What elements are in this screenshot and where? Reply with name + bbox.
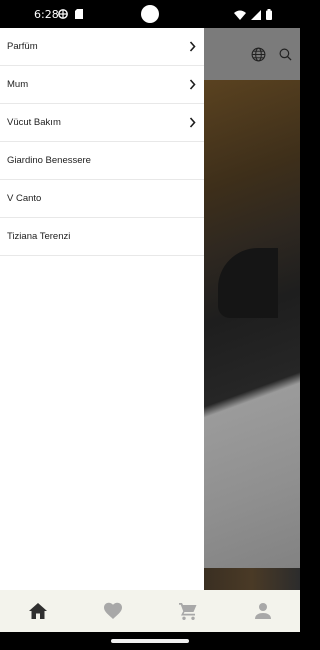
gesture-handle[interactable] (111, 639, 189, 643)
nav-cart-button[interactable] (150, 590, 225, 632)
battery-icon (266, 9, 272, 20)
bottom-navigation (0, 590, 300, 632)
status-bar: 6:28 (0, 0, 300, 28)
search-icon[interactable] (279, 48, 292, 61)
drawer-item-label: Vücut Bakım (7, 117, 61, 128)
vpn-icon (58, 9, 68, 19)
drawer-item-tiziana-terenzi[interactable]: Tiziana Terenzi (0, 218, 204, 256)
signal-icon (251, 9, 261, 20)
drawer-item-label: V Canto (7, 193, 42, 204)
nav-home-button[interactable] (0, 590, 75, 632)
home-icon (28, 603, 47, 619)
app-screen: Parfüm Mum Vücut Bakım Giardino Benesser… (0, 28, 300, 632)
nav-favorites-button[interactable] (75, 590, 150, 632)
wifi-icon (234, 10, 246, 20)
drawer-item-vucut-bakim[interactable]: Vücut Bakım (0, 104, 204, 142)
profile-icon (254, 603, 271, 619)
drawer-item-label: Giardino Benessere (7, 155, 91, 166)
heart-icon (103, 602, 122, 619)
nav-profile-button[interactable] (225, 590, 300, 632)
drawer-item-label: Parfüm (7, 41, 38, 52)
chevron-right-icon (189, 41, 196, 52)
drawer-item-label: Tiziana Terenzi (7, 231, 71, 242)
chevron-right-icon (189, 79, 196, 90)
drawer-item-giardino-benessere[interactable]: Giardino Benessere (0, 142, 204, 180)
drawer-item-v-canto[interactable]: V Canto (0, 180, 204, 218)
camera-cutout (141, 5, 159, 23)
hero-image (204, 80, 300, 590)
status-time: 6:28 (34, 8, 59, 21)
drawer-item-mum[interactable]: Mum (0, 66, 204, 104)
navigation-drawer: Parfüm Mum Vücut Bakım Giardino Benesser… (0, 28, 204, 590)
sd-card-icon (75, 9, 83, 19)
cart-icon (178, 603, 196, 620)
hero-image-bottom (204, 568, 300, 590)
drawer-item-label: Mum (7, 79, 29, 90)
chevron-right-icon (189, 117, 196, 128)
drawer-item-parfum[interactable]: Parfüm (0, 28, 204, 66)
globe-icon[interactable] (251, 47, 266, 62)
